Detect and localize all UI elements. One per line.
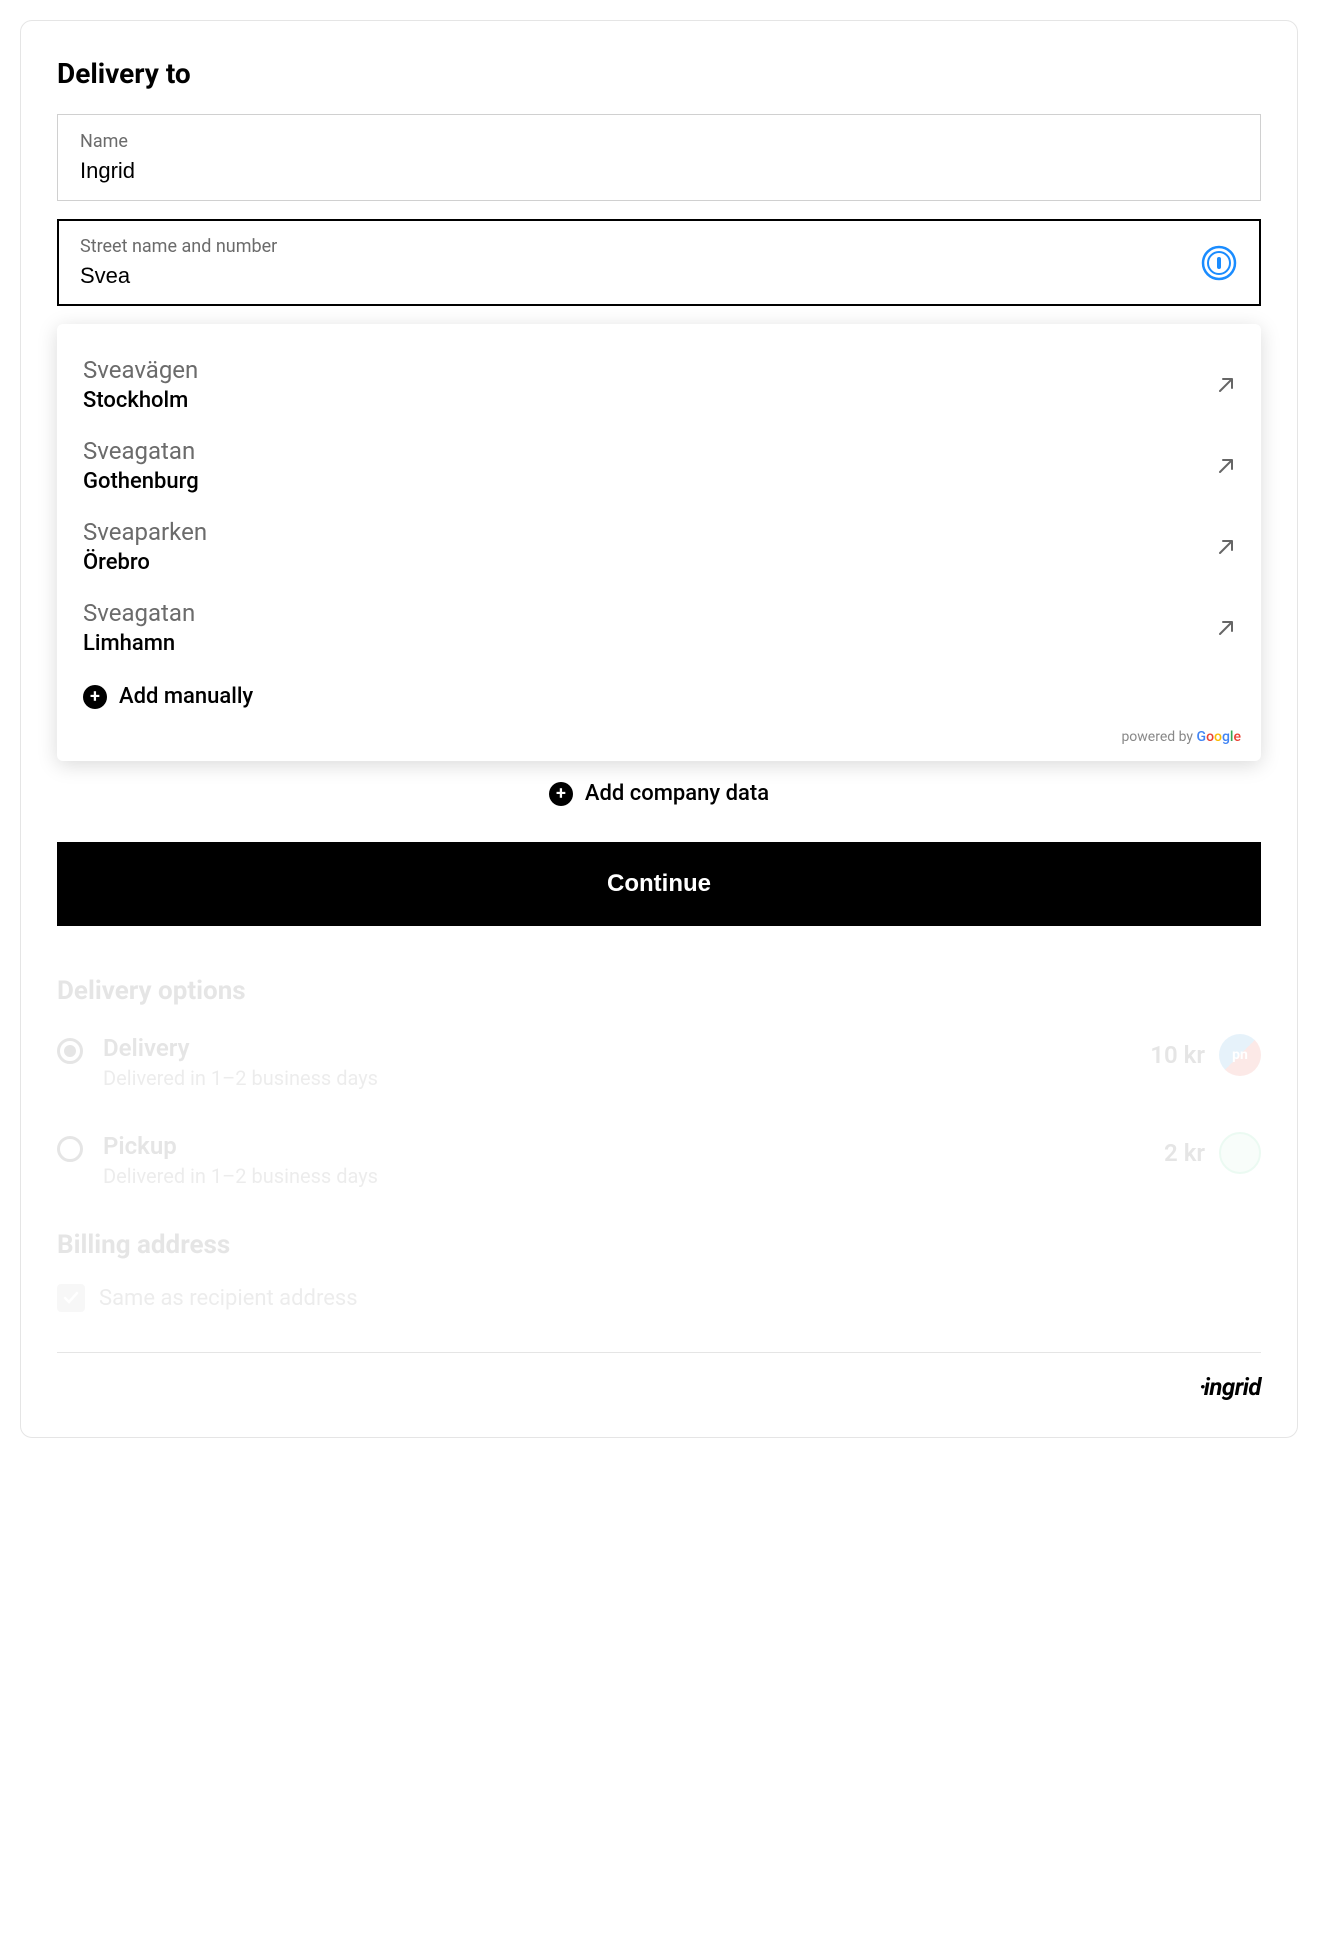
radio-unselected[interactable] — [57, 1136, 83, 1162]
plus-icon: + — [83, 685, 107, 709]
address-autocomplete-dropdown: Sveavägen Stockholm Sveagatan Gothenburg… — [57, 324, 1261, 761]
option-subtitle: Delivered in 1–2 business days — [103, 1066, 1130, 1090]
suggestion-street: Sveavägen — [83, 356, 198, 384]
suggestion-item[interactable]: Sveaparken Örebro — [57, 506, 1261, 587]
billing-title: Billing address — [57, 1230, 1261, 1260]
suggestion-street: Sveaparken — [83, 518, 207, 546]
delivery-option[interactable]: Pickup Delivered in 1–2 business days 2 … — [57, 1132, 1261, 1188]
insert-arrow-icon[interactable] — [1217, 619, 1235, 637]
password-manager-icon[interactable] — [1201, 245, 1237, 281]
insert-arrow-icon[interactable] — [1217, 376, 1235, 394]
checkbox-checked[interactable] — [57, 1284, 85, 1312]
suggestion-street: Sveagatan — [83, 437, 199, 465]
suggestion-item[interactable]: Sveavägen Stockholm — [57, 344, 1261, 425]
suggestion-item[interactable]: Sveagatan Gothenburg — [57, 425, 1261, 506]
add-manually-label: Add manually — [119, 684, 253, 709]
street-label: Street name and number — [80, 236, 1238, 257]
delivery-options-section: Delivery options Delivery Delivered in 1… — [57, 976, 1261, 1312]
suggestion-city: Örebro — [83, 550, 207, 575]
checkout-panel: Delivery to Name Street name and number … — [20, 20, 1298, 1438]
suggestion-city: Stockholm — [83, 388, 198, 413]
suggestion-city: Limhamn — [83, 631, 195, 656]
name-input[interactable] — [80, 158, 1238, 184]
delivery-to-title: Delivery to — [57, 57, 1261, 90]
option-title: Delivery — [103, 1034, 1130, 1062]
suggestion-item[interactable]: Sveagatan Limhamn — [57, 587, 1261, 668]
insert-arrow-icon[interactable] — [1217, 538, 1235, 556]
continue-button[interactable]: Continue — [57, 842, 1261, 926]
carrier-icon-pickup — [1219, 1132, 1261, 1174]
suggestion-street: Sveagatan — [83, 599, 195, 627]
delivery-options-title: Delivery options — [57, 976, 1261, 1006]
insert-arrow-icon[interactable] — [1217, 457, 1235, 475]
same-address-label: Same as recipient address — [99, 1286, 358, 1311]
add-company-label: Add company data — [585, 781, 769, 806]
name-label: Name — [80, 131, 1238, 152]
name-input-group[interactable]: Name — [57, 114, 1261, 201]
street-input-group[interactable]: Street name and number — [57, 219, 1261, 306]
plus-icon: + — [549, 782, 573, 806]
street-input[interactable] — [80, 263, 1238, 289]
same-address-checkbox-row[interactable]: Same as recipient address — [57, 1284, 1261, 1312]
option-price: 2 kr — [1164, 1139, 1205, 1167]
add-manually-button[interactable]: + Add manually — [57, 668, 1261, 717]
option-title: Pickup — [103, 1132, 1144, 1160]
powered-by-google: powered by Google — [57, 717, 1261, 749]
google-logo: Google — [1197, 729, 1241, 745]
carrier-icon-postnord — [1219, 1034, 1261, 1076]
radio-selected[interactable] — [57, 1038, 83, 1064]
footer: ingrid — [57, 1352, 1261, 1401]
option-subtitle: Delivered in 1–2 business days — [103, 1164, 1144, 1188]
ingrid-logo: ingrid — [1199, 1373, 1261, 1401]
delivery-option[interactable]: Delivery Delivered in 1–2 business days … — [57, 1034, 1261, 1090]
suggestion-city: Gothenburg — [83, 469, 199, 494]
add-company-button[interactable]: + Add company data — [57, 781, 1261, 806]
option-price: 10 kr — [1150, 1041, 1205, 1069]
